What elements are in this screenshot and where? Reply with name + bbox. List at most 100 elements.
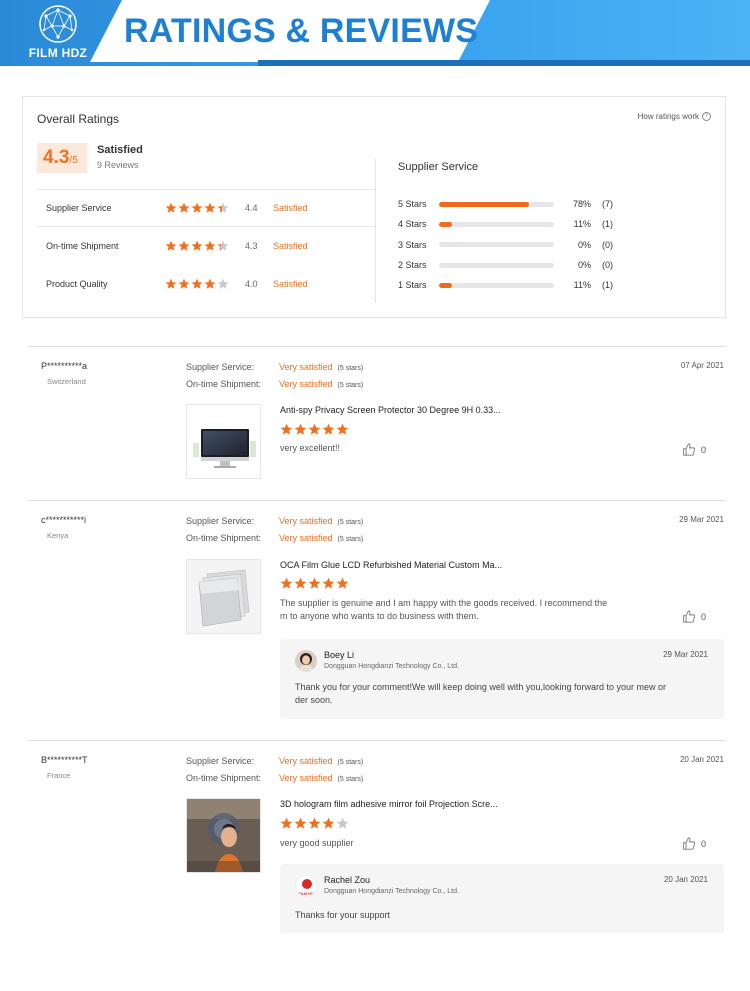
attribute-stars: (5 stars) <box>337 536 364 543</box>
reply-company: Dongguan Hongdianzi Technology Co., Ltd. <box>324 888 459 895</box>
star-icon <box>280 577 293 589</box>
attribute-value: Very satisfied <box>279 533 333 543</box>
header-banner: FILM HDZ RATINGS & REVIEWS <box>0 0 750 66</box>
attribute-value: Very satisfied <box>279 773 333 783</box>
star-icon <box>191 202 203 213</box>
category-row-on-time-shipment: On-time Shipment 4.3 Satisfied <box>37 227 375 265</box>
reply-text-line: Thank you for your comment!We will keep … <box>295 682 666 692</box>
like-button[interactable]: 0 <box>682 443 706 456</box>
avatar: FILM HDZ <box>295 875 317 897</box>
distribution-percent: 78% <box>572 199 591 210</box>
star-icon <box>280 817 293 829</box>
attribute-stars: (5 stars) <box>337 519 364 526</box>
like-count: 0 <box>700 444 706 455</box>
overall-ratings-panel: Overall Ratings How ratings work ? 4.3/5… <box>22 96 726 318</box>
how-ratings-work-link[interactable]: How ratings work ? <box>638 112 711 121</box>
review-text-line: m to anyone who wants to do business wit… <box>280 611 479 621</box>
question-icon: ? <box>702 112 711 121</box>
like-button[interactable]: 0 <box>682 610 706 623</box>
reviewer-country: Kenya <box>47 531 69 540</box>
category-label: Satisfied <box>273 203 308 213</box>
reply-date: 20 Jan 2021 <box>663 875 708 884</box>
review-attribute: Supplier Service: Very satisfied (5 stars) <box>186 516 363 526</box>
like-count: 0 <box>700 611 706 622</box>
distribution-count: (1) <box>602 219 613 230</box>
reviewer-country: Switzerland <box>47 377 86 386</box>
star-icon <box>204 278 216 289</box>
attribute-name: On-time Shipment: <box>186 533 262 543</box>
product-thumbnail[interactable] <box>186 798 261 873</box>
monitor-image-icon <box>193 429 256 468</box>
reply-text-line: der soon. <box>295 695 333 705</box>
category-name: Supplier Service <box>46 203 112 213</box>
distribution-bar <box>439 221 554 227</box>
review-attribute: On-time Shipment: Very satisfied (5 stars) <box>186 533 363 543</box>
thumbs-up-icon <box>683 610 695 623</box>
review-attribute: On-time Shipment: Very satisfied (5 stars) <box>186 379 363 389</box>
product-title-link[interactable]: OCA Film Glue LCD Refurbished Material C… <box>280 560 502 570</box>
product-thumbnail[interactable] <box>186 559 261 634</box>
overall-score: 4.3/5 <box>37 143 87 173</box>
category-label: Satisfied <box>273 278 308 289</box>
distribution-percent: 0% <box>577 260 591 271</box>
distribution-label: 4 Stars <box>398 219 427 230</box>
distribution-percent: 11% <box>573 280 591 291</box>
review-date: 07 Apr 2021 <box>680 361 724 370</box>
star-icon <box>191 240 203 251</box>
star-icon <box>308 817 321 829</box>
attribute-name: On-time Shipment: <box>186 773 262 783</box>
hologram-photo-image-icon <box>187 799 260 872</box>
distribution-bar-fill <box>439 201 529 207</box>
distribution-row: 4 Stars 11% (1) <box>398 214 628 234</box>
star-icon <box>322 423 335 435</box>
reply-author-name: Rachel Zou <box>324 875 371 885</box>
attribute-name: Supplier Service: <box>186 516 255 526</box>
like-count: 0 <box>700 838 706 849</box>
reply-author-name: Boey Li <box>324 650 355 660</box>
film-sheets-image-icon <box>187 560 260 633</box>
star-icon <box>294 817 307 829</box>
category-row-product-quality: Product Quality 4.0 Satisfied <box>37 265 375 303</box>
star-rating <box>165 240 245 252</box>
like-button[interactable]: 0 <box>682 837 706 850</box>
distribution-count: (1) <box>602 280 613 291</box>
reply-text: Thank you for your comment!We will keep … <box>295 681 715 707</box>
product-thumbnail[interactable] <box>186 404 261 479</box>
star-icon <box>336 423 349 435</box>
star-icon <box>178 240 190 251</box>
star-rating <box>280 817 349 830</box>
product-title-link[interactable]: 3D hologram film adhesive mirror foil Pr… <box>280 799 498 809</box>
product-title-link[interactable]: Anti-spy Privacy Screen Protector 30 Deg… <box>280 405 501 415</box>
review-text: very good supplier <box>280 838 354 848</box>
star-icon <box>280 423 293 435</box>
attribute-value: Very satisfied <box>279 379 333 389</box>
category-value: 4.0 <box>245 278 258 289</box>
distribution-count: (0) <box>602 260 613 271</box>
reply-text: Thanks for your support <box>295 910 391 920</box>
review-text: The supplier is genuine and I am happy w… <box>280 597 650 623</box>
star-rating <box>280 423 349 436</box>
distribution-bar <box>439 262 554 268</box>
review-text: very excellent!! <box>280 443 341 453</box>
attribute-name: On-time Shipment: <box>186 379 262 389</box>
avatar <box>295 650 317 672</box>
distribution-percent: 11% <box>573 219 591 230</box>
overall-score-max: /5 <box>69 155 78 166</box>
divider <box>375 159 376 303</box>
review-date: 20 Jan 2021 <box>679 755 724 764</box>
star-icon <box>308 423 321 435</box>
attribute-name: Supplier Service: <box>186 756 255 766</box>
attribute-stars: (5 stars) <box>337 759 364 766</box>
thumbs-up-icon <box>683 837 695 850</box>
attribute-stars: (5 stars) <box>337 776 364 783</box>
user-avatar-icon <box>295 650 317 672</box>
star-rating <box>165 202 245 214</box>
attribute-value: Very satisfied <box>279 362 333 372</box>
globe-logo-icon <box>39 5 77 43</box>
star-icon <box>294 423 307 435</box>
distribution-bar <box>439 201 554 207</box>
distribution-bar-fill <box>439 221 452 227</box>
star-icon <box>191 278 203 289</box>
star-icon <box>165 278 177 289</box>
star-rating <box>165 278 245 290</box>
